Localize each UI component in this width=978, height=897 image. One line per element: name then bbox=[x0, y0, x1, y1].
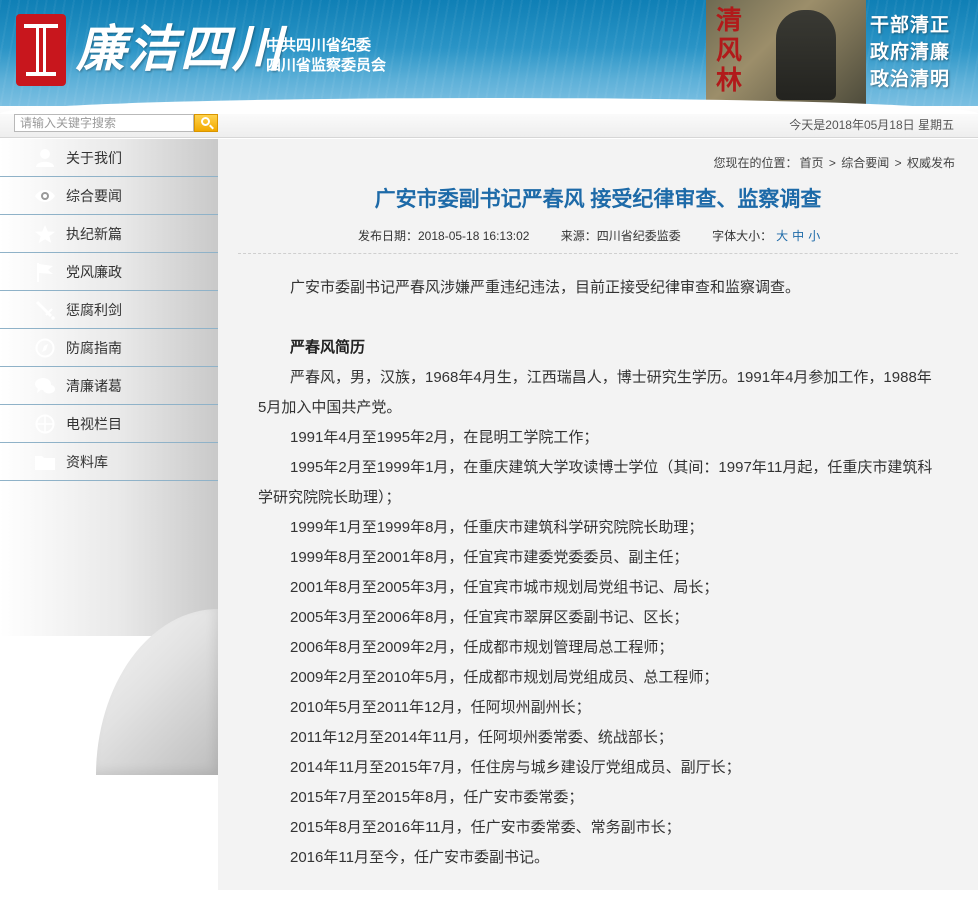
organization-name: 中共四川省纪委 四川省监察委员会 bbox=[266, 36, 416, 76]
header-slogans: 干部清正 政府清廉 政治清明 bbox=[870, 12, 970, 93]
eye-icon bbox=[34, 186, 56, 206]
bio-paragraph: 2006年8月至2009年2月，任成都市规划管理局总工程师； bbox=[290, 639, 674, 656]
main-content: 您现在的位置： 首页 > 综合要闻 > 权威发布 广安市委副书记严春风 接受纪律审… bbox=[218, 139, 978, 890]
sidebar-item-anti-corruption-sword[interactable]: 惩腐利剑 bbox=[0, 291, 218, 329]
statue-image bbox=[776, 10, 836, 100]
sword-icon bbox=[34, 300, 56, 320]
sidebar-item-about-us[interactable]: 关于我们 bbox=[0, 139, 218, 177]
sidebar: 关于我们 综合要闻 执纪新篇 党风廉政 惩腐利剑 防腐指南 清廉诸葛 电视栏目 … bbox=[0, 139, 218, 775]
sidebar-item-library[interactable]: 资料库 bbox=[0, 443, 218, 481]
article-body: 广安市委副书记严春风涉嫌严重违纪违法，目前正接受纪律审查和监察调查。 严春风简历… bbox=[258, 273, 938, 873]
star-icon bbox=[34, 224, 56, 244]
sidebar-item-label: 惩腐利剑 bbox=[66, 302, 122, 318]
breadcrumb: 您现在的位置： 首页 > 综合要闻 > 权威发布 bbox=[713, 156, 955, 170]
font-size-small[interactable]: 小 bbox=[808, 229, 820, 243]
org-line-1: 中共四川省纪委 bbox=[266, 37, 372, 54]
bio-paragraph: 1999年8月至2001年8月，任宜宾市建委党委委员、副主任； bbox=[290, 549, 689, 566]
bio-paragraph: 1991年4月至1995年2月，在昆明工学院工作； bbox=[290, 429, 599, 446]
header-banner: 廉洁四川 中共四川省纪委 四川省监察委员会 清 风 林 干部清正 政府清廉 政治… bbox=[0, 0, 978, 106]
sidebar-item-discipline[interactable]: 执纪新篇 bbox=[0, 215, 218, 253]
breadcrumb-section[interactable]: 综合要闻 bbox=[841, 156, 889, 170]
bio-paragraph: 2015年7月至2015年8月，任广安市委常委； bbox=[290, 789, 584, 806]
article-intro: 广安市委副书记严春风涉嫌严重违纪违法，目前正接受纪律审查和监察调查。 bbox=[290, 279, 801, 296]
sidebar-item-label: 关于我们 bbox=[66, 150, 122, 166]
seal-logo-icon bbox=[16, 14, 66, 86]
chat-icon bbox=[34, 376, 56, 396]
font-size-medium[interactable]: 中 bbox=[792, 229, 804, 243]
bio-heading: 严春风简历 bbox=[290, 339, 366, 356]
current-date: 今天是2018年05月18日 星期五 bbox=[789, 118, 954, 132]
sidebar-item-guide[interactable]: 防腐指南 bbox=[0, 329, 218, 367]
sidebar-item-news[interactable]: 综合要闻 bbox=[0, 177, 218, 215]
sidebar-item-party-conduct[interactable]: 党风廉政 bbox=[0, 253, 218, 291]
bio-paragraph: 2014年11月至2015年7月，任住房与城乡建设厅党组成员、副厅长； bbox=[290, 759, 741, 776]
photo-calligraphy: 清 风 林 bbox=[716, 6, 743, 96]
search-bar: 今天是2018年05月18日 星期五 bbox=[0, 98, 978, 138]
banner-photo: 清 风 林 bbox=[706, 0, 866, 106]
publish-date: 发布日期：2018-05-18 16:13:02 bbox=[358, 229, 530, 243]
sidebar-item-label: 综合要闻 bbox=[66, 188, 122, 204]
tv-icon bbox=[34, 414, 56, 434]
bio-paragraph: 严春风，男，汉族，1968年4月生，江西瑞昌人，博士研究生学历。1991年4月参… bbox=[258, 369, 932, 416]
bio-paragraph: 1999年1月至1999年8月，任重庆市建筑科学研究院院长助理； bbox=[290, 519, 704, 536]
breadcrumb-home[interactable]: 首页 bbox=[800, 156, 824, 170]
slogan-2: 政府清廉 bbox=[870, 41, 951, 63]
sidebar-item-label: 清廉诸葛 bbox=[66, 378, 122, 394]
slogan-1: 干部清正 bbox=[870, 14, 951, 36]
bio-paragraph: 2009年2月至2010年5月，任成都市规划局党组成员、总工程师； bbox=[290, 669, 719, 686]
sidebar-item-tv[interactable]: 电视栏目 bbox=[0, 405, 218, 443]
search-button[interactable] bbox=[194, 114, 218, 132]
article-meta: 发布日期：2018-05-18 16:13:02 来源：四川省纪委监委 字体大小… bbox=[358, 227, 918, 244]
breadcrumb-current[interactable]: 权威发布 bbox=[907, 156, 955, 170]
slogan-3: 政治清明 bbox=[870, 68, 951, 90]
article-source: 来源：四川省纪委监委 bbox=[560, 229, 681, 243]
font-size-control: 字体大小：大中小 bbox=[712, 229, 821, 243]
bio-paragraph: 1995年2月至1999年1月，在重庆建筑大学攻读博士学位（其间：1997年11… bbox=[258, 459, 933, 506]
flag-icon bbox=[34, 262, 56, 282]
sidebar-item-zhuge[interactable]: 清廉诸葛 bbox=[0, 367, 218, 405]
bio-paragraph: 2016年11月至今，任广安市委副书记。 bbox=[290, 849, 549, 866]
compass-icon bbox=[34, 338, 56, 358]
search-input[interactable] bbox=[14, 114, 194, 132]
bio-paragraph: 2011年12月至2014年11月，任阿坝州委常委、统战部长； bbox=[290, 729, 673, 746]
bio-paragraph: 2001年8月至2005年3月，任宜宾市城市规划局党组书记、局长； bbox=[290, 579, 719, 596]
bio-paragraph: 2015年8月至2016年11月，任广安市委常委、常务副市长； bbox=[290, 819, 681, 836]
sidebar-item-label: 执纪新篇 bbox=[66, 226, 122, 242]
bio-paragraph: 2010年5月至2011年12月，任阿坝州副州长； bbox=[290, 699, 591, 716]
bio-paragraph: 2005年3月至2006年8月，任宜宾市翠屏区委副书记、区长； bbox=[290, 609, 689, 626]
article-title: 广安市委副书记严春风 接受纪律审查、监察调查 bbox=[374, 188, 822, 211]
sidebar-item-label: 防腐指南 bbox=[66, 340, 122, 356]
meta-divider bbox=[238, 253, 958, 254]
user-icon bbox=[34, 148, 56, 168]
sidebar-item-label: 党风廉政 bbox=[66, 264, 122, 280]
page-curl-decoration bbox=[96, 609, 218, 775]
org-line-2: 四川省监察委员会 bbox=[266, 57, 387, 74]
sidebar-item-label: 电视栏目 bbox=[66, 416, 122, 432]
sidebar-item-label: 资料库 bbox=[66, 454, 108, 470]
site-logo-text[interactable]: 廉洁四川 bbox=[76, 18, 282, 80]
font-size-large[interactable]: 大 bbox=[776, 229, 788, 243]
folder-icon bbox=[34, 452, 56, 472]
